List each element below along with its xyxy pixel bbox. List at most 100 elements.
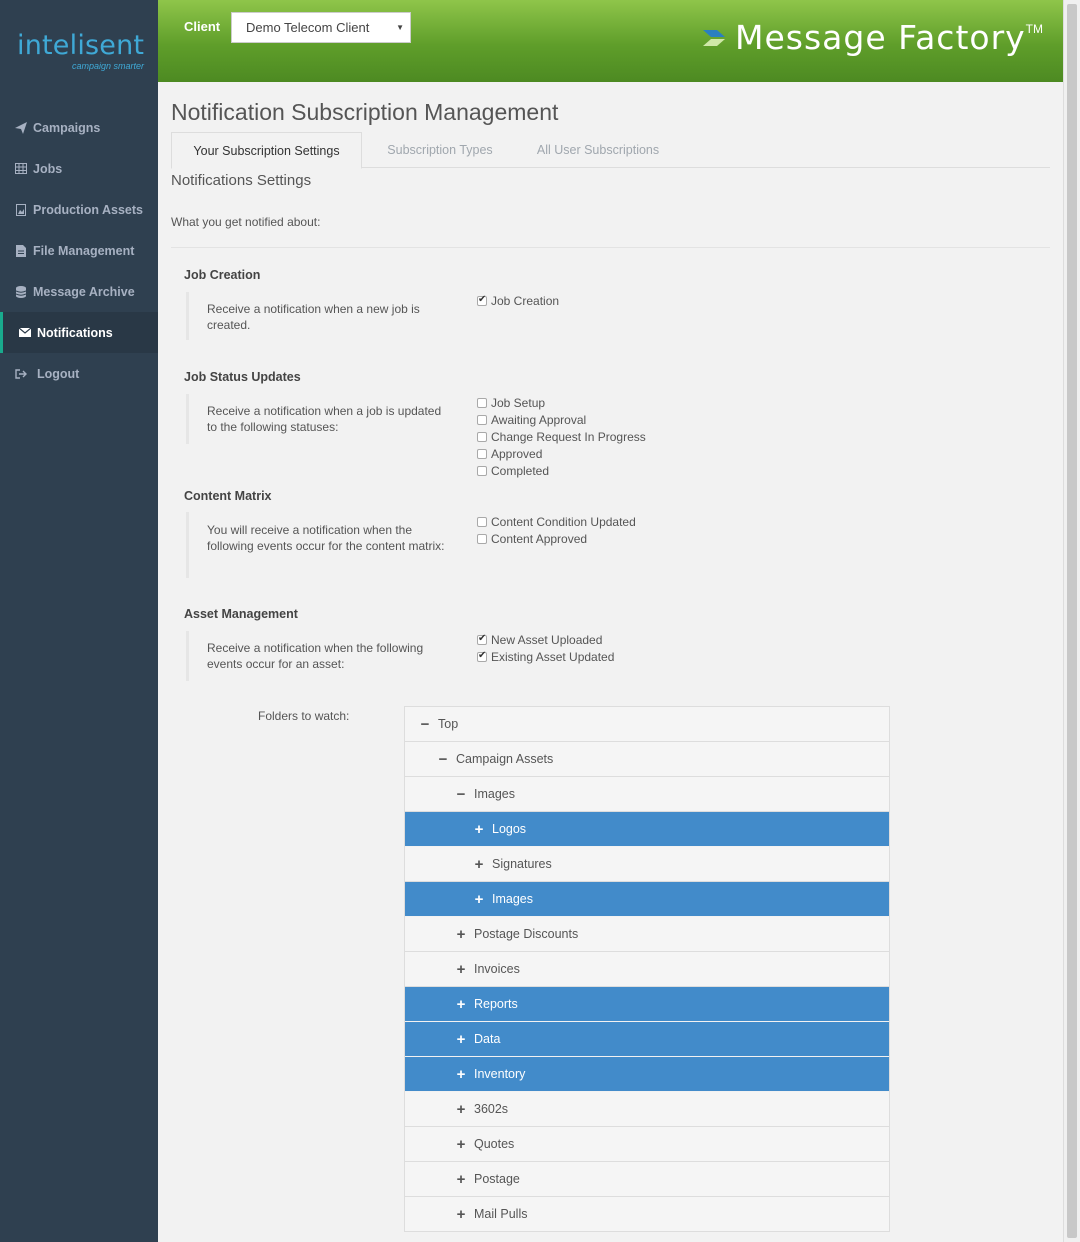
expand-plus-icon[interactable]: + [455, 961, 467, 978]
sidebar-item-label: File Management [33, 243, 135, 258]
sidebar-item-label: Jobs [33, 161, 63, 176]
logo-text: intelisent [17, 30, 145, 61]
option-label: Change Request In Progress [491, 429, 646, 444]
top-header: Client Demo Telecom Client ▼ Message Fac… [158, 0, 1063, 82]
expand-plus-icon[interactable]: + [473, 821, 485, 838]
options-job-status-updates: Job Setup Awaiting Approval Change Reque… [477, 394, 646, 479]
option-job-creation[interactable]: Job Creation [477, 292, 559, 309]
folder-node-label: Data [474, 1032, 501, 1046]
tab-bar: Your Subscription Settings Subscription … [171, 132, 1050, 169]
folder-node-label: Quotes [474, 1137, 515, 1151]
client-select[interactable]: Demo Telecom Client ▼ [231, 12, 411, 43]
option-content-approved[interactable]: Content Approved [477, 530, 636, 547]
option-completed[interactable]: Completed [477, 462, 646, 479]
expand-plus-icon[interactable]: + [455, 1171, 467, 1188]
options-job-creation: Job Creation [477, 292, 559, 309]
collapse-minus-icon[interactable]: − [455, 786, 467, 803]
sidebar-item-file-management[interactable]: File Management [0, 230, 158, 271]
section-heading: Notifications Settings [171, 172, 312, 189]
folder-node[interactable]: + Inventory [405, 1057, 889, 1092]
tab-your-subscription-settings[interactable]: Your Subscription Settings [171, 132, 362, 169]
expand-plus-icon[interactable]: + [455, 1206, 467, 1223]
expand-plus-icon[interactable]: + [455, 926, 467, 943]
sidebar: intelisent campaign smarter Campaigns Jo… [0, 0, 158, 1242]
expand-plus-icon[interactable]: + [455, 1066, 467, 1083]
option-label: Approved [491, 446, 543, 461]
folder-node-label: Logos [492, 822, 527, 836]
checkbox-existing-asset-updated[interactable] [477, 650, 487, 662]
divider [171, 247, 1050, 248]
checkbox-content-approved[interactable] [477, 533, 487, 544]
folder-node[interactable]: + Invoices [405, 952, 889, 987]
expand-plus-icon[interactable]: + [473, 891, 485, 908]
folder-node[interactable]: + Reports [405, 987, 889, 1022]
envelope-icon [17, 328, 33, 337]
sidebar-item-campaigns[interactable]: Campaigns [0, 107, 158, 148]
checkbox-approved[interactable] [477, 448, 487, 459]
paper-plane-icon [13, 121, 29, 134]
option-label: New Asset Uploaded [491, 632, 603, 647]
option-label: Completed [491, 463, 550, 478]
folder-node[interactable]: + Images [405, 882, 889, 917]
checkbox-job-setup[interactable] [477, 397, 487, 408]
folder-node[interactable]: + Mail Pulls [405, 1197, 889, 1232]
sidebar-item-label: Campaigns [33, 120, 101, 135]
brand-chevron-icon [703, 30, 725, 46]
checkbox-change-request-in-progress[interactable] [477, 431, 487, 442]
sidebar-item-notifications[interactable]: Notifications [0, 312, 158, 353]
checkbox-completed[interactable] [477, 465, 487, 476]
folder-node[interactable]: + Postage Discounts [405, 917, 889, 952]
brand-name: Message Factory [735, 18, 1026, 57]
option-new-asset-uploaded[interactable]: New Asset Uploaded [477, 631, 614, 648]
expand-plus-icon[interactable]: + [455, 1031, 467, 1048]
tab-all-user-subscriptions[interactable]: All User Subscriptions [523, 132, 673, 168]
option-job-setup[interactable]: Job Setup [477, 394, 646, 411]
scrollbar-thumb[interactable] [1067, 4, 1077, 1238]
expand-plus-icon[interactable]: + [455, 1136, 467, 1153]
checkbox-awaiting-approval[interactable] [477, 414, 487, 425]
folder-node[interactable]: − Images [405, 777, 889, 812]
folder-node[interactable]: + Data [405, 1022, 889, 1057]
collapse-minus-icon[interactable]: − [437, 751, 449, 768]
sidebar-item-production-assets[interactable]: Production Assets [0, 189, 158, 230]
folder-node[interactable]: +3602s [405, 1092, 889, 1127]
option-approved[interactable]: Approved [477, 445, 646, 462]
section-subtext: What you get notified about: [171, 215, 321, 229]
checkbox-content-condition-updated[interactable] [477, 516, 487, 527]
expand-plus-icon[interactable]: + [455, 1101, 467, 1118]
option-label: Job Setup [491, 395, 546, 410]
sidebar-nav: Campaigns Jobs Production Assets File Ma… [0, 107, 158, 394]
collapse-minus-icon[interactable]: − [419, 716, 431, 733]
page-scrollbar[interactable] [1063, 0, 1080, 1242]
folder-node[interactable]: − Campaign Assets [405, 742, 889, 777]
tab-subscription-types[interactable]: Subscription Types [367, 132, 513, 168]
client-select-value: Demo Telecom Client [246, 20, 370, 35]
expand-plus-icon[interactable]: + [455, 996, 467, 1013]
option-content-condition-updated[interactable]: Content Condition Updated [477, 513, 636, 530]
folder-node[interactable]: − Top [405, 707, 889, 742]
folder-node[interactable]: + Postage [405, 1162, 889, 1197]
folder-node-label: Inventory [474, 1067, 526, 1081]
option-change-request-in-progress[interactable]: Change Request In Progress [477, 428, 646, 445]
options-asset-management: New Asset Uploaded Existing Asset Update… [477, 631, 614, 665]
folder-node-label: Reports [474, 997, 518, 1011]
checkbox-new-asset-uploaded[interactable] [477, 633, 487, 645]
sign-out-icon [13, 368, 29, 379]
intelisent-logo[interactable]: intelisent campaign smarter [17, 30, 152, 75]
folder-node-label: 3602s [474, 1102, 509, 1116]
folder-node[interactable]: + Signatures [405, 847, 889, 882]
sidebar-item-logout[interactable]: Logout [0, 353, 158, 394]
folder-node-label: Invoices [474, 962, 520, 976]
file-icon [13, 244, 29, 257]
tab-label: Subscription Types [387, 143, 493, 157]
group-description-asset-management: Receive a notification when the followin… [186, 631, 446, 681]
description-text: Receive a notification when a job is upd… [207, 404, 442, 434]
option-existing-asset-updated[interactable]: Existing Asset Updated [477, 648, 614, 665]
checkbox-job-creation[interactable] [477, 294, 487, 306]
option-awaiting-approval[interactable]: Awaiting Approval [477, 411, 646, 428]
expand-plus-icon[interactable]: + [473, 856, 485, 873]
sidebar-item-jobs[interactable]: Jobs [0, 148, 158, 189]
sidebar-item-message-archive[interactable]: Message Archive [0, 271, 158, 312]
folder-node[interactable]: + Quotes [405, 1127, 889, 1162]
folder-node[interactable]: + Logos [405, 812, 889, 847]
